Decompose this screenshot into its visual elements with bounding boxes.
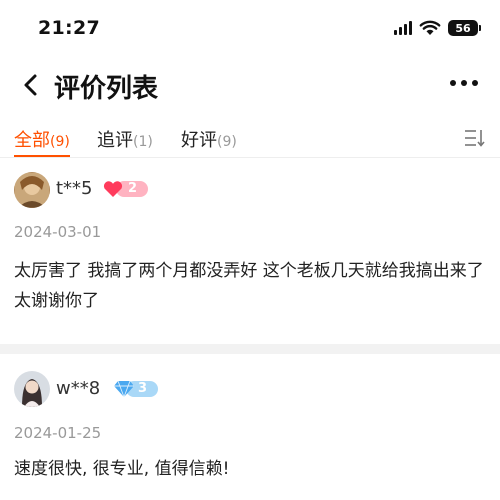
battery-level: 56 bbox=[455, 21, 471, 35]
user-level-badge: 3 bbox=[138, 381, 148, 396]
tab-all[interactable]: 全部(9) bbox=[14, 126, 70, 152]
tab-count: (9) bbox=[217, 134, 237, 150]
sort-filter-icon[interactable] bbox=[464, 128, 486, 148]
avatar[interactable] bbox=[14, 172, 50, 208]
nav-bar: 评价列表 bbox=[0, 56, 500, 114]
cellular-signal-icon bbox=[394, 21, 412, 35]
tab-count: (9) bbox=[50, 134, 70, 150]
back-arrow-icon[interactable] bbox=[20, 72, 42, 98]
review-filter-tabs: 全部(9) 追评(1) 好评(9) bbox=[0, 118, 500, 158]
tab-positive[interactable]: 好评(9) bbox=[181, 126, 237, 152]
reviewer-name: w**8 bbox=[56, 378, 101, 399]
review-date: 2024-03-01 bbox=[14, 223, 102, 241]
review-item: t**5 2 2024-03-01 太厉害了 我搞了两个月都没弄好 这个老板几天… bbox=[0, 160, 500, 344]
status-icons: 56 bbox=[394, 20, 481, 36]
review-text: 太厉害了 我搞了两个月都没弄好 这个老板几天就给我搞出来了 太谢谢你了 bbox=[14, 261, 484, 311]
review-item: w**8 3 2024-01-25 速度很快, 很专业, 值得信赖! bbox=[0, 354, 500, 500]
active-tab-indicator bbox=[14, 155, 70, 157]
tab-follow-up[interactable]: 追评(1) bbox=[97, 126, 153, 152]
diamond-icon bbox=[114, 380, 158, 398]
wifi-icon bbox=[419, 20, 441, 35]
more-options-icon[interactable] bbox=[450, 80, 478, 86]
tab-label: 好评 bbox=[181, 130, 217, 151]
status-bar: 21:27 56 bbox=[0, 0, 500, 56]
tab-count: (1) bbox=[133, 134, 153, 150]
divider bbox=[0, 344, 500, 354]
battery-icon: 56 bbox=[448, 20, 481, 36]
reviewer-name: t**5 bbox=[56, 178, 93, 199]
tab-label: 全部 bbox=[14, 130, 50, 151]
user-level-badge: 2 bbox=[128, 181, 138, 196]
heart-icon bbox=[103, 181, 148, 197]
review-date: 2024-01-25 bbox=[14, 424, 102, 442]
tab-label: 追评 bbox=[97, 130, 133, 151]
page-title: 评价列表 bbox=[54, 74, 159, 104]
status-time: 21:27 bbox=[38, 17, 100, 39]
avatar[interactable] bbox=[14, 371, 50, 407]
review-text: 速度很快, 很专业, 值得信赖! bbox=[14, 459, 230, 479]
